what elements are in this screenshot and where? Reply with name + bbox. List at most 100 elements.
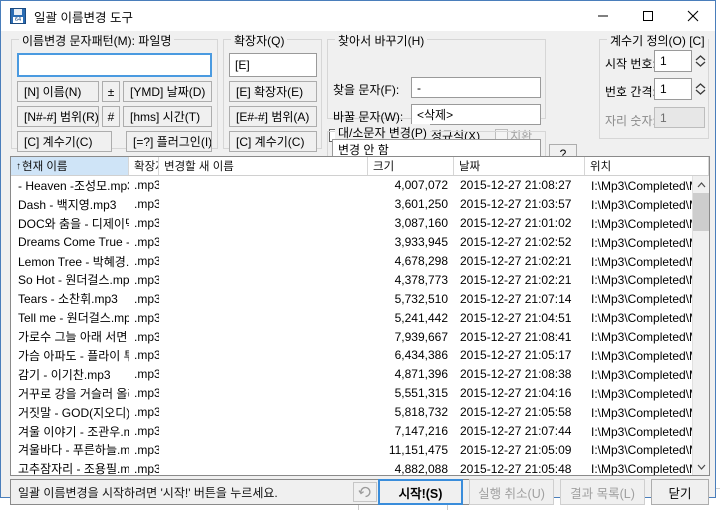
tag-time-button[interactable]: [hms] 시간(T) <box>123 106 212 127</box>
tag-hash-button[interactable]: # <box>102 106 120 127</box>
column-header-date[interactable]: 날짜 <box>454 157 585 175</box>
cell-size: 4,882,088 <box>394 461 448 475</box>
counter-digits-label: 자리 숫자: <box>605 114 656 128</box>
extension-input[interactable]: [E] <box>229 53 317 77</box>
table-row[interactable]: 거꾸로 강을 거슬러 올라가.. .mp3 5,551,315 2015-12-27 … <box>11 384 709 403</box>
scroll-up-button[interactable] <box>693 176 709 193</box>
counter-step-spinner[interactable] <box>694 79 707 99</box>
table-row[interactable]: So Hot - 원더걸스.mp3 .mp3 4,378,773 2015-12-27… <box>11 270 709 289</box>
list-rows: - Heaven -조성모.mp3 .mp3 4,007,072 2015-12-27… <box>11 176 709 475</box>
undo-arrow-icon-button[interactable] <box>353 482 377 502</box>
table-row[interactable]: 감기 - 이기찬.mp3 .mp3 4,871,396 2015-12-27 21:0… <box>11 365 709 384</box>
cell-loc: I:\Mp3\Completed\Mp3\한= <box>591 424 709 439</box>
table-row[interactable]: 겨울바다 - 푸른하늘.mp3 .mp3 11,151,475 2015-12-27 … <box>11 440 709 459</box>
controls-area: 이름변경 문자패턴(M): 파일명 [N] 이름(N) ± [YMD] 날짜(D… <box>1 31 715 187</box>
cell-ext: .mp3 <box>134 310 159 325</box>
cell-loc: I:\Mp3\Completed\Mp3\한= <box>591 443 709 458</box>
file-list-view[interactable]: ↑현재 이름 확장자 변경할 새 이름 크기 날짜 위치 - Heaven -조성모.mp… <box>10 156 710 476</box>
cell-size: 4,678,298 <box>394 254 448 268</box>
cell-size: 5,551,315 <box>394 386 448 401</box>
start-button[interactable]: 시작!(S) <box>378 479 463 505</box>
table-row[interactable]: 고추잠자리 - 조용필.mp3 .mp3 4,882,088 2015-12-27 2… <box>11 459 709 475</box>
tag-plugin-button[interactable]: [=?] 플러그인(I) <box>126 131 212 152</box>
table-row[interactable]: Tears - 소찬휘.mp3 .mp3 5,732,510 2015-12-27 2… <box>11 289 709 308</box>
cell-size: 5,818,732 <box>394 405 448 420</box>
cell-ext: .mp3 <box>134 348 159 363</box>
tag-counter-button[interactable]: [C] 계수기(C) <box>17 131 112 152</box>
close-icon[interactable] <box>670 1 715 31</box>
table-row[interactable]: 겨울 이야기 - 조관우.mp3 .mp3 7,147,216 2015-12-27 … <box>11 422 709 441</box>
cell-name: Dash - 백지영.mp3 <box>18 197 117 212</box>
find-input[interactable]: - <box>411 77 541 98</box>
cell-size: 5,241,442 <box>394 310 448 325</box>
cell-name: 겨울바다 - 푸른하늘.mp3 <box>18 443 129 458</box>
column-header-size[interactable]: 크기 <box>368 157 454 175</box>
column-header-ext[interactable]: 확장자 <box>129 157 159 175</box>
table-row[interactable]: Dreams Come True - S.E.S... .mp3 3,933,945… <box>11 233 709 252</box>
cell-name: 가로수 그늘 아래 서면 - 이.. <box>18 330 129 345</box>
cell-ext: .mp3 <box>134 216 159 231</box>
window-title: 일괄 이름변경 도구 <box>34 10 133 25</box>
scroll-down-button[interactable] <box>693 458 709 475</box>
cell-ext: .mp3 <box>134 329 159 344</box>
cell-loc: I:\Mp3\Completed\Mp3\한= <box>591 273 709 288</box>
counter-digits-combo: 1 <box>654 107 705 128</box>
cell-loc: I:\Mp3\Completed\Mp3\한= <box>591 348 709 363</box>
table-row[interactable]: Tell me - 원더걸스.mp3 .mp3 5,241,442 2015-12-2… <box>11 308 709 327</box>
cell-date: 2015-12-27 21:08:41 <box>460 329 572 344</box>
column-header-label: 크기 <box>373 161 395 173</box>
cell-loc: I:\Mp3\Completed\Mp3\한= <box>591 235 709 250</box>
cell-name: 거꾸로 강을 거슬러 올라가.. <box>18 386 129 401</box>
cell-loc: I:\Mp3\Completed\Mp3\한= <box>591 216 709 231</box>
maximize-icon[interactable] <box>625 1 670 31</box>
ext-counter-button[interactable]: [C] 계수기(C) <box>229 131 317 152</box>
column-header-loc[interactable]: 위치 <box>585 157 709 175</box>
cell-date: 2015-12-27 21:08:38 <box>460 367 572 382</box>
cell-name: 겨울 이야기 - 조관우.mp3 <box>18 424 129 439</box>
counter-start-spinner[interactable] <box>694 51 707 71</box>
save-disk-icon: 64 <box>10 8 26 24</box>
results-button: 결과 목록(L) <box>560 479 645 505</box>
cell-size: 3,087,160 <box>394 216 448 231</box>
find-replace-legend: 찾아서 바꾸기(H) <box>335 32 428 49</box>
counter-definition-legend: 계수기 정의(O) [C] <box>607 32 708 49</box>
column-header-new[interactable]: 변경할 새 이름 <box>159 157 368 175</box>
table-row[interactable]: 가로수 그늘 아래 서면 - 이.. .mp3 7,939,667 2015-12-2… <box>11 327 709 346</box>
vertical-scrollbar[interactable] <box>692 176 709 475</box>
minimize-icon[interactable] <box>580 1 625 31</box>
tag-name-range-button[interactable]: [N#-#] 범위(R) <box>17 106 99 127</box>
cell-size: 7,147,216 <box>394 424 448 439</box>
cell-date: 2015-12-27 21:02:52 <box>460 235 572 250</box>
tag-name-button[interactable]: [N] 이름(N) <box>17 81 99 102</box>
table-row[interactable]: 가슴 아파도 - 플라이 투 더 .. .mp3 6,434,386 2015-12-… <box>11 346 709 365</box>
chevron-down-icon <box>697 464 706 470</box>
tag-date-button[interactable]: [YMD] 날짜(D) <box>123 81 212 102</box>
cell-name: 가슴 아파도 - 플라이 투 더 .. <box>18 348 129 363</box>
close-button[interactable]: 닫기 <box>651 479 709 505</box>
table-row[interactable]: 거짓말 - GOD(지오디).mp3 .mp3 5,818,732 2015-12-2… <box>11 403 709 422</box>
column-header-name[interactable]: ↑ 현재 이름 <box>11 157 129 175</box>
counter-step-input[interactable]: 1 <box>654 78 692 100</box>
cell-loc: I:\Mp3\Completed\Mp3\한= <box>591 197 709 212</box>
cell-ext: .mp3 <box>134 442 159 457</box>
cell-date: 2015-12-27 21:03:57 <box>460 197 572 212</box>
cell-size: 6,434,386 <box>394 348 448 363</box>
scrollbar-thumb[interactable] <box>693 193 709 231</box>
bottom-bar: 일괄 이름변경을 시작하려면 '시작!' 버튼을 누르세요. 시작!(S) 실행… <box>1 479 715 505</box>
table-row[interactable]: Dash - 백지영.mp3 .mp3 3,601,250 2015-12-27 21… <box>11 195 709 214</box>
cell-date: 2015-12-27 21:07:44 <box>460 424 572 439</box>
table-row[interactable]: DOC와 춤을 - 디제이덕.mp3 .mp3 3,087,160 2015-12-2… <box>11 214 709 233</box>
replace-input[interactable]: <삭제> <box>411 104 541 125</box>
ext-tag-button[interactable]: [E] 확장자(E) <box>229 81 317 102</box>
tag-plusminus-button[interactable]: ± <box>102 81 120 102</box>
counter-start-input[interactable]: 1 <box>654 50 692 72</box>
column-header-label: 현재 이름 <box>22 161 68 173</box>
ext-range-button[interactable]: [E#-#] 범위(A) <box>229 106 317 127</box>
cell-ext: .mp3 <box>134 461 159 475</box>
cell-name: Tears - 소찬휘.mp3 <box>18 292 118 307</box>
cell-ext: .mp3 <box>134 291 159 306</box>
table-row[interactable]: - Heaven -조성모.mp3 .mp3 4,007,072 2015-12-27… <box>11 176 709 195</box>
cell-ext: .mp3 <box>134 424 159 439</box>
rename-pattern-input[interactable] <box>17 53 212 77</box>
table-row[interactable]: Lemon Tree - 박혜경.mp3 .mp3 4,678,298 2015-12… <box>11 252 709 271</box>
